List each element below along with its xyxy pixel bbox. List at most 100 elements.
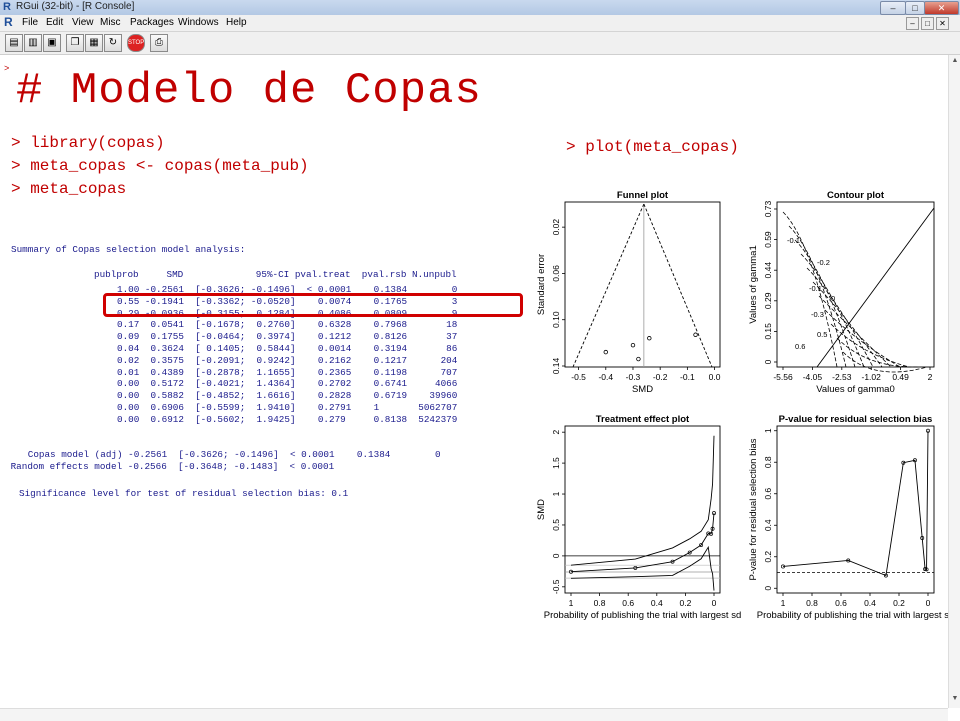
significance-text: Significance level for test of residual … <box>19 488 349 499</box>
contour-x-tick-label: -2.53 <box>832 372 852 382</box>
pvalue-y-tick-label: 0 <box>763 586 773 591</box>
contour-diagonal-line <box>816 207 935 368</box>
treatment-x-tick-label: 0.8 <box>594 598 606 608</box>
funnel-x-tick-label: -0.1 <box>680 372 695 382</box>
menu-windows[interactable]: Windows <box>178 17 219 28</box>
pvalue-y-tick-label: 0.4 <box>763 519 773 531</box>
menu-file[interactable]: File <box>22 17 38 28</box>
treatment-series-line <box>570 435 715 566</box>
contour-label: 0 <box>831 294 835 303</box>
contour-x-tick-label: 2 <box>928 372 933 382</box>
command-line: > library(copas) <box>11 134 165 152</box>
pvalue-y-tick-label: 0.8 <box>763 456 773 468</box>
treatment-x-tick-label: 0.4 <box>651 598 663 608</box>
copy-button[interactable]: ❐ <box>66 34 84 52</box>
menu-edit[interactable]: Edit <box>46 17 63 28</box>
table-header: publprob SMD 95%-CI pval.treat pval.rsb … <box>94 269 457 280</box>
funnel-ylabel: Standard error <box>536 254 547 315</box>
print-button[interactable]: ⎙ <box>150 34 168 52</box>
contour-x-tick-label: -1.02 <box>862 372 882 382</box>
menu-packages[interactable]: Packages <box>130 17 174 28</box>
copy-paste-button[interactable]: ↻ <box>104 34 122 52</box>
vertical-scrollbar[interactable]: ▲ ▼ <box>948 55 960 708</box>
treatment-series-line <box>570 545 715 591</box>
close-button[interactable]: ✕ <box>924 1 959 15</box>
funnel-title: Funnel plot <box>617 190 669 201</box>
load-workspace-button[interactable]: ▥ <box>24 34 42 52</box>
scroll-down-icon[interactable]: ▼ <box>950 695 960 705</box>
open-script-icon: ▤ <box>9 37 19 48</box>
slide-heading: # Modelo de Copas <box>16 66 482 116</box>
menu-bar: R File Edit View Misc Packages Windows H… <box>0 15 960 32</box>
scroll-up-icon[interactable]: ▲ <box>950 57 960 67</box>
save-workspace-button[interactable]: ▣ <box>43 34 61 52</box>
console-prompt: > <box>4 64 10 74</box>
funnel-frame <box>564 201 721 368</box>
toolbar: ▤ ▥ ▣ ❐ ▦ ↻ STOP ⎙ <box>0 32 960 55</box>
treatment-y-tick-label: 2 <box>551 430 561 435</box>
pvalue-y-tick-label: 1 <box>763 428 773 433</box>
table-row: 0.04 0.3624 [ 0.1405; 0.5844] 0.0014 0.3… <box>117 343 458 354</box>
funnel-y-tick-label: 0.10 <box>551 311 561 328</box>
menu-help[interactable]: Help <box>226 17 247 28</box>
table-row: 0.00 0.6912 [-0.5602; 1.9425] 0.279 0.81… <box>117 413 458 425</box>
contour-label: -0.2 <box>817 258 830 267</box>
contour-xlabel: Values of gamma0 <box>816 384 895 395</box>
r-console-icon: R <box>4 15 13 29</box>
funnel-point <box>603 349 608 355</box>
mdi-minimize-button[interactable]: – <box>906 17 919 30</box>
treatment-y-tick-label: 0.5 <box>551 519 561 531</box>
menu-view[interactable]: View <box>72 17 94 28</box>
load-workspace-icon: ▥ <box>28 37 38 48</box>
pvalue-x-tick-label: 0.6 <box>835 598 847 608</box>
treatment-frame <box>564 425 721 594</box>
mdi-restore-button[interactable]: □ <box>921 17 934 30</box>
funnel-point <box>647 336 652 341</box>
table-row: 0.17 0.0541 [-0.1678; 0.2760] 0.6328 0.7… <box>117 319 458 331</box>
pvalue-x-tick-label: 0.8 <box>806 598 818 608</box>
treatment-title: Treatment effect plot <box>596 414 690 425</box>
horizontal-scrollbar[interactable] <box>0 708 948 721</box>
maximize-button[interactable]: □ <box>905 1 925 15</box>
stop-button[interactable]: STOP <box>127 34 145 52</box>
paste-button[interactable]: ▦ <box>85 34 103 52</box>
table-row: 0.01 0.4389 [-0.2878; 1.1655] 0.2365 0.1… <box>117 366 458 378</box>
contour-y-tick-label: 0 <box>763 359 773 364</box>
funnel-left-limit <box>572 203 645 368</box>
menu-misc[interactable]: Misc <box>100 17 121 28</box>
funnel-y-tick-label: 0.02 <box>551 219 561 236</box>
funnel-x-tick-label: -0.4 <box>598 372 613 382</box>
summary-title: Summary of Copas selection model analysi… <box>11 244 246 255</box>
mdi-close-button[interactable]: ✕ <box>936 17 949 30</box>
model-row: Copas model (adj) -0.2561 [-0.3626; -0.1… <box>11 449 441 460</box>
command-line: > meta_copas <- copas(meta_pub) <box>11 157 309 175</box>
contour-ylabel: Values of gamma1 <box>748 245 759 324</box>
funnel-x-tick-label: 0.0 <box>709 372 721 382</box>
funnel-y-tick-label: 0.06 <box>551 265 561 282</box>
copas-plots: Funnel plot SMD Standard error -0.5 -0.4 -0.3… <box>536 190 948 621</box>
minimize-button[interactable]: – <box>880 1 906 15</box>
funnel-xlabel: SMD <box>632 384 653 395</box>
pvalue-x-tick-label: 0.4 <box>864 598 876 608</box>
window-title: RGui (32-bit) - [R Console] <box>16 1 135 12</box>
treatment-xlabel: Probability of publishing the trial with… <box>544 610 742 621</box>
contour-y-tick-label: 0.29 <box>763 292 773 309</box>
highlight-box <box>103 293 523 317</box>
copy-icon: ❐ <box>70 37 80 48</box>
treatment-x-tick-label: 0.2 <box>679 598 691 608</box>
table-row: 0.09 0.1755 [-0.0464; 0.3974] 0.1212 0.8… <box>117 331 458 343</box>
pvalue-xlabel: Probability of publishing the trial with… <box>757 610 948 621</box>
contour-label: -0.1 <box>787 236 800 245</box>
contour-x-tick-label: 0.49 <box>892 372 909 382</box>
contour-x-tick-label: -4.05 <box>803 372 823 382</box>
contour-title: Contour plot <box>827 190 885 201</box>
model-row: Random effects model -0.2566 [-0.3648; -… <box>5 461 335 472</box>
contour-line <box>824 309 901 368</box>
contour-label: -0.1 <box>809 284 822 293</box>
open-script-button[interactable]: ▤ <box>5 34 23 52</box>
print-icon: ⎙ <box>155 37 163 48</box>
contour-y-tick-label: 0.73 <box>763 200 773 217</box>
contour-x-tick-label: -5.56 <box>773 372 793 382</box>
contour-y-tick-label: 0.44 <box>763 262 773 279</box>
pvalue-series-line <box>782 430 929 577</box>
